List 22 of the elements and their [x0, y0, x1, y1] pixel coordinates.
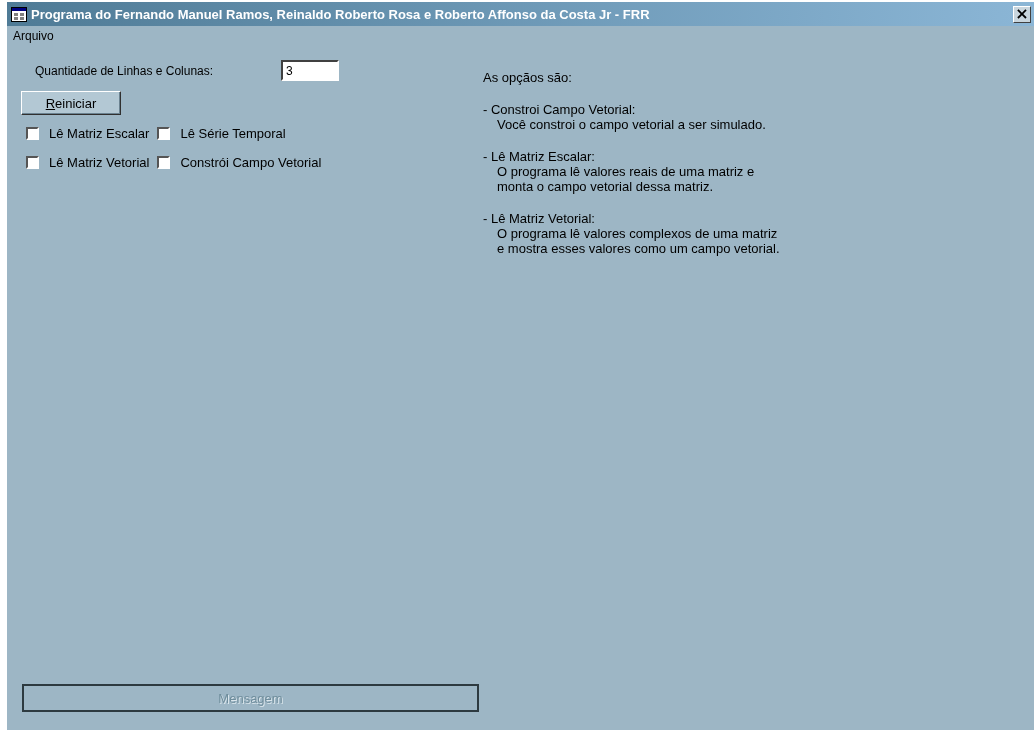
checkbox-label[interactable]: Lê Matriz Escalar [49, 126, 150, 141]
window-title: Programa do Fernando Manuel Ramos, Reinaldo Roberto Rosa e Roberto Affonso da Costa Jr - FRR [31, 6, 651, 22]
option-description: O programa lê valores complexos de uma matriz e mostra esses valores como um campo vetorial. [496, 226, 780, 256]
close-button[interactable]: × [1013, 5, 1031, 23]
option-description: Você constroi o campo vetorial a ser simulado. [496, 117, 767, 132]
menu-item[interactable]: Arquivo [13, 29, 54, 43]
size-input[interactable]: 3 [281, 60, 339, 81]
checkbox-label[interactable]: Lê Série Temporal [180, 126, 286, 141]
option-heading: - Lê Matriz Escalar: [483, 149, 596, 164]
field-label: Quantidade de Linhas e Colunas: [34, 63, 215, 78]
checkbox[interactable] [26, 156, 39, 169]
help-intro: As opçãos são: [483, 70, 573, 85]
option-heading: - Constroi Campo Vetorial: [483, 102, 637, 117]
reset-button[interactable]: Reiniciar [21, 91, 121, 115]
app-icon [11, 6, 27, 22]
checkbox-label[interactable]: Constrói Campo Vetorial [180, 155, 322, 170]
checkbox[interactable] [157, 156, 171, 169]
checkbox[interactable] [26, 127, 39, 140]
option-heading: - Lê Matriz Vetorial: [483, 211, 596, 226]
option-description: O programa lê valores reais de uma matriz e monta o campo vetorial dessa matriz. [496, 164, 756, 194]
checkbox-label[interactable]: Lê Matriz Vetorial [49, 155, 150, 170]
checkbox[interactable] [157, 127, 171, 140]
